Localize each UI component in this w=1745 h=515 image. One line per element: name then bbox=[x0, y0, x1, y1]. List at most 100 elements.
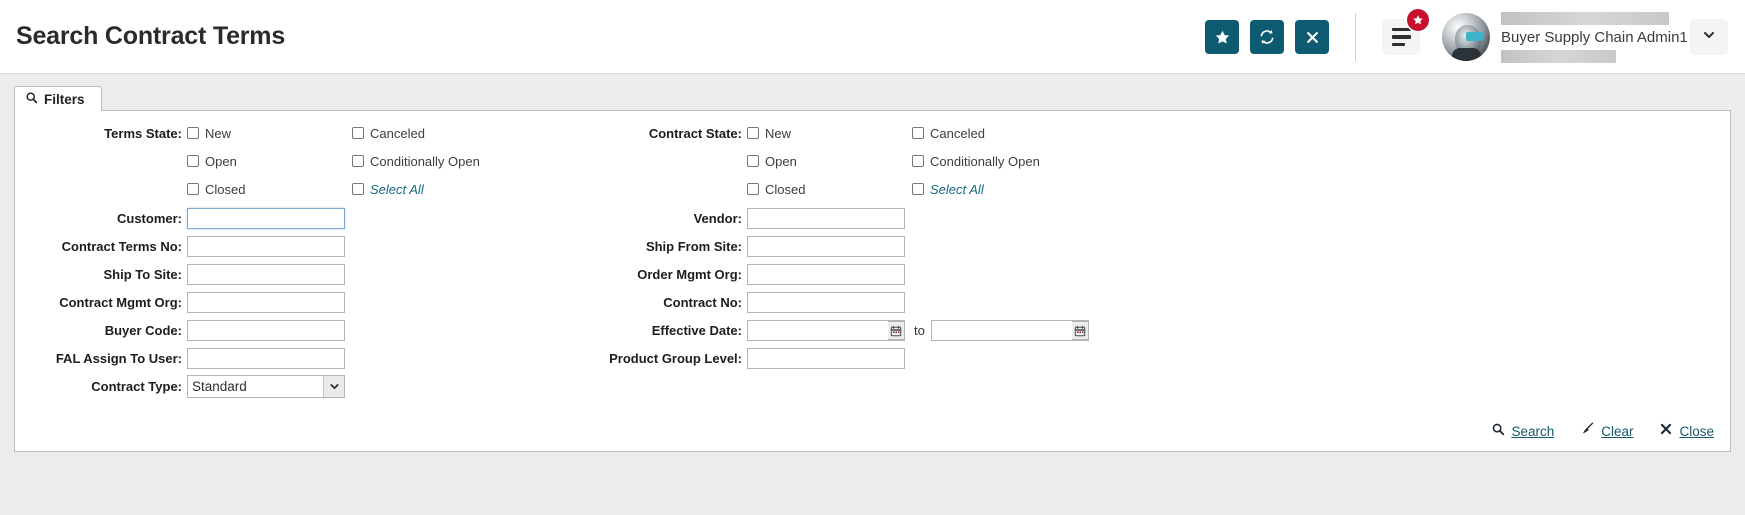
effective-date-to-input[interactable] bbox=[931, 320, 1089, 341]
checkbox-terms-closed[interactable]: Closed bbox=[187, 182, 352, 197]
effective-date-from-wrap bbox=[747, 320, 905, 341]
checkbox-box[interactable] bbox=[352, 155, 364, 167]
chevron-down-icon bbox=[1701, 27, 1717, 48]
close-x-icon bbox=[1659, 422, 1673, 441]
page-title: Search Contract Terms bbox=[16, 22, 285, 51]
checkbox-box[interactable] bbox=[912, 127, 924, 139]
field-customer: Customer: bbox=[15, 207, 575, 230]
checkbox-terms-canceled[interactable]: Canceled bbox=[352, 126, 425, 141]
close-action[interactable]: Close bbox=[1659, 422, 1714, 441]
checkbox-box[interactable] bbox=[747, 155, 759, 167]
broom-icon bbox=[1580, 421, 1595, 441]
refresh-icon bbox=[1258, 28, 1276, 46]
checkbox-box[interactable] bbox=[912, 155, 924, 167]
checkbox-box[interactable] bbox=[747, 183, 759, 195]
field-contract-mgmt-org: Contract Mgmt Org: bbox=[15, 291, 575, 314]
chevron-down-icon[interactable] bbox=[323, 376, 344, 397]
right-column: Contract State: New Canceled bbox=[575, 123, 1275, 403]
date-range-separator: to bbox=[914, 323, 925, 338]
product-group-level-input[interactable] bbox=[747, 348, 905, 369]
checkbox-contract-open[interactable]: Open bbox=[747, 154, 912, 169]
checkbox-contract-conditionally-open[interactable]: Conditionally Open bbox=[912, 154, 1040, 169]
checkbox-terms-open[interactable]: Open bbox=[187, 154, 352, 169]
checkbox-terms-select-all[interactable]: Select All bbox=[352, 182, 424, 197]
contract-type-select[interactable]: Standard bbox=[187, 375, 345, 398]
checkbox-label: Conditionally Open bbox=[930, 154, 1040, 169]
fal-assign-to-user-input[interactable] bbox=[187, 348, 345, 369]
left-column: Terms State: New Canceled bbox=[15, 123, 575, 403]
page-body: Filters Terms State: New bbox=[0, 74, 1745, 515]
checkbox-label: New bbox=[765, 126, 791, 141]
order-mgmt-org-label: Order Mgmt Org: bbox=[575, 267, 747, 282]
calendar-icon[interactable] bbox=[1072, 321, 1089, 340]
contract-type-value: Standard bbox=[188, 379, 323, 394]
field-ship-from-site: Ship From Site: bbox=[575, 235, 1275, 258]
checkbox-label: Canceled bbox=[930, 126, 985, 141]
filters-panel-wrapper: Filters Terms State: New bbox=[14, 85, 1731, 452]
user-avatar-icon[interactable] bbox=[1442, 13, 1490, 61]
vendor-input[interactable] bbox=[747, 208, 905, 229]
close-action-label: Close bbox=[1679, 424, 1714, 439]
field-vendor: Vendor: bbox=[575, 207, 1275, 230]
customer-label: Customer: bbox=[15, 211, 187, 226]
search-action[interactable]: Search bbox=[1491, 422, 1554, 441]
tab-strip: Filters bbox=[14, 85, 1731, 110]
contract-mgmt-org-label: Contract Mgmt Org: bbox=[15, 295, 187, 310]
ship-from-site-label: Ship From Site: bbox=[575, 239, 747, 254]
contract-no-label: Contract No: bbox=[575, 295, 747, 310]
checkbox-box[interactable] bbox=[352, 127, 364, 139]
main-menu-button[interactable] bbox=[1382, 19, 1420, 55]
filters-panel: Terms State: New Canceled bbox=[14, 110, 1731, 452]
field-buyer-code: Buyer Code: bbox=[15, 319, 575, 342]
effective-date-from-input[interactable] bbox=[747, 320, 905, 341]
checkbox-box[interactable] bbox=[912, 183, 924, 195]
favorite-button[interactable] bbox=[1205, 20, 1239, 54]
app-header: Search Contract Terms bbox=[0, 0, 1745, 74]
field-fal-assign-to-user: FAL Assign To User: bbox=[15, 347, 575, 370]
close-icon bbox=[1305, 30, 1320, 45]
checkbox-box[interactable] bbox=[187, 155, 199, 167]
checkbox-terms-conditionally-open[interactable]: Conditionally Open bbox=[352, 154, 480, 169]
checkbox-contract-canceled[interactable]: Canceled bbox=[912, 126, 985, 141]
customer-input[interactable] bbox=[187, 208, 345, 229]
ship-to-site-input[interactable] bbox=[187, 264, 345, 285]
checkbox-label: Select All bbox=[930, 182, 984, 197]
calendar-icon[interactable] bbox=[888, 321, 905, 340]
checkbox-contract-closed[interactable]: Closed bbox=[747, 182, 912, 197]
ship-to-site-label: Ship To Site: bbox=[15, 267, 187, 282]
contract-terms-no-label: Contract Terms No: bbox=[15, 239, 187, 254]
checkbox-label: Canceled bbox=[370, 126, 425, 141]
star-icon bbox=[1214, 29, 1231, 46]
close-window-button[interactable] bbox=[1295, 20, 1329, 54]
checkbox-box[interactable] bbox=[187, 127, 199, 139]
contract-state-row-3: Closed Select All bbox=[575, 179, 1275, 199]
redacted-name-top bbox=[1501, 12, 1669, 25]
redacted-name-bottom bbox=[1501, 50, 1616, 63]
refresh-button[interactable] bbox=[1250, 20, 1284, 54]
checkbox-terms-new[interactable]: New bbox=[187, 126, 352, 141]
contract-no-input[interactable] bbox=[747, 292, 905, 313]
clear-action[interactable]: Clear bbox=[1580, 421, 1633, 441]
checkbox-box[interactable] bbox=[747, 127, 759, 139]
field-contract-type: Contract Type: Standard bbox=[15, 375, 575, 398]
panel-actions: Search Clear Close bbox=[1491, 421, 1714, 441]
user-info: Buyer Supply Chain Admin1 bbox=[1501, 9, 1676, 65]
checkbox-contract-new[interactable]: New bbox=[747, 126, 912, 141]
checkbox-label: Select All bbox=[370, 182, 424, 197]
order-mgmt-org-input[interactable] bbox=[747, 264, 905, 285]
checkbox-contract-select-all[interactable]: Select All bbox=[912, 182, 984, 197]
contract-state-label: Contract State: bbox=[575, 126, 747, 141]
field-contract-terms-no: Contract Terms No: bbox=[15, 235, 575, 258]
ship-from-site-input[interactable] bbox=[747, 236, 905, 257]
user-menu-button[interactable] bbox=[1690, 19, 1728, 55]
header-actions: Buyer Supply Chain Admin1 bbox=[1205, 0, 1745, 74]
contract-terms-no-input[interactable] bbox=[187, 236, 345, 257]
checkbox-box[interactable] bbox=[187, 183, 199, 195]
clear-action-label: Clear bbox=[1601, 424, 1633, 439]
checkbox-box[interactable] bbox=[352, 183, 364, 195]
buyer-code-input[interactable] bbox=[187, 320, 345, 341]
contract-mgmt-org-input[interactable] bbox=[187, 292, 345, 313]
tab-filters[interactable]: Filters bbox=[14, 86, 102, 111]
checkbox-label: New bbox=[205, 126, 231, 141]
tab-filters-label: Filters bbox=[44, 92, 85, 107]
